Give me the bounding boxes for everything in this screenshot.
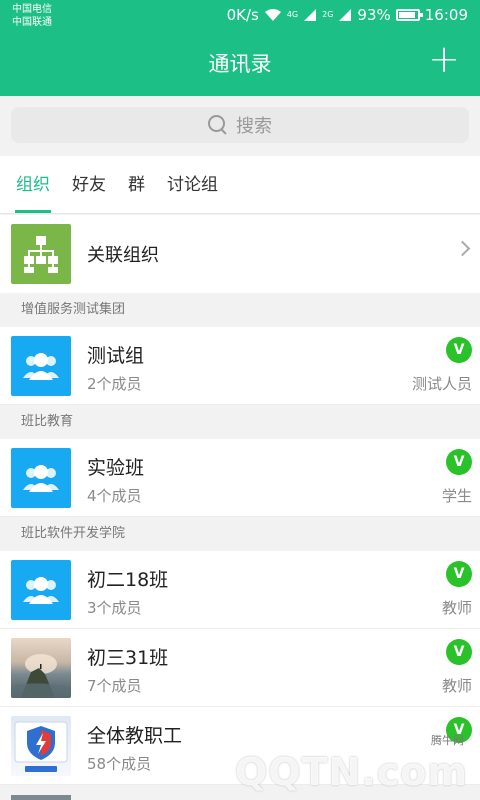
group-icon: [11, 560, 71, 620]
verified-badge: V: [446, 561, 472, 587]
network-type-2: 2G: [322, 10, 334, 19]
network-type-1: 4G: [286, 10, 299, 19]
add-button[interactable]: +: [426, 40, 462, 78]
signal-icon: [304, 9, 317, 21]
role-label: 教师: [441, 677, 472, 695]
shield-app-icon: [11, 716, 71, 776]
member-count: 7个成员: [87, 677, 142, 695]
carrier-info: 中国电信 中国联通: [12, 3, 52, 29]
status-bar: 中国电信 中国联通 0K/s 4G 2G 93% 16:09: [0, 0, 480, 34]
group-icon: [11, 448, 71, 508]
tab-bar: 组织 好友 群 讨论组: [0, 156, 480, 214]
carrier-1: 中国电信: [12, 4, 52, 15]
member-count: 3个成员: [87, 599, 142, 617]
list-item[interactable]: 实验班 4个成员 V 学生: [0, 439, 480, 517]
signal-icon-2: [339, 9, 352, 21]
tab-friends[interactable]: 好友: [72, 156, 106, 213]
group-name: 全体教职工: [87, 725, 183, 747]
status-indicators: 0K/s 4G 2G 93% 16:09: [227, 6, 468, 24]
group-name: 初二18班: [87, 569, 169, 591]
page-title: 通讯录: [208, 52, 272, 76]
search-input[interactable]: 搜索: [11, 107, 469, 143]
verified-badge: V: [446, 337, 472, 363]
tab-discussions[interactable]: 讨论组: [167, 156, 218, 213]
watermark-logo: 腾牛网 QQTN.com: [235, 734, 480, 800]
battery-icon: [395, 9, 423, 21]
watermark-text: QQTN.com: [235, 750, 468, 794]
chevron-right-icon: [454, 240, 471, 257]
related-organization-label: 关联组织: [87, 245, 159, 266]
tab-groups[interactable]: 群: [128, 156, 145, 213]
watermark-small-text: 腾牛网: [431, 734, 464, 747]
search-bar: 搜索: [0, 96, 480, 154]
landscape-photo: [11, 638, 71, 698]
list-item[interactable]: 测试组 2个成员 V 测试人员: [0, 327, 480, 405]
search-placeholder: 搜索: [236, 116, 272, 137]
carrier-2: 中国联通: [12, 17, 52, 28]
clock: 16:09: [424, 6, 468, 24]
group-name: 实验班: [87, 457, 145, 479]
role-label: 教师: [441, 599, 472, 617]
network-speed: 0K/s: [226, 6, 259, 24]
group-icon: [11, 336, 71, 396]
member-count: 2个成员: [87, 375, 142, 393]
contact-list: 关联组织 增值服务测试集团 测试组 2个成员 V 测试人员 班比教育 实验班 4…: [0, 215, 480, 785]
list-item[interactable]: 初三31班 7个成员 V 教师: [0, 629, 480, 707]
verified-badge: V: [446, 449, 472, 475]
list-item[interactable]: 初二18班 3个成员 V 教师: [0, 551, 480, 629]
role-label: 测试人员: [411, 375, 472, 393]
tab-organization[interactable]: 组织: [15, 156, 51, 213]
section-header: 增值服务测试集团: [0, 293, 480, 327]
related-organization-item[interactable]: 关联组织: [0, 215, 480, 293]
search-icon: [208, 115, 228, 135]
battery-percent: 93%: [357, 6, 391, 24]
role-label: 学生: [441, 487, 472, 505]
member-count: 58个成员: [87, 755, 152, 773]
org-chart-icon: [11, 224, 71, 284]
group-name: 测试组: [87, 345, 145, 367]
section-header: 班比教育: [0, 405, 480, 439]
wifi-icon: [264, 8, 281, 21]
app-header: 中国电信 中国联通 0K/s 4G 2G 93% 16:09 通讯录 +: [0, 0, 480, 96]
next-item-avatar: [11, 795, 71, 800]
member-count: 4个成员: [87, 487, 142, 505]
group-name: 初三31班: [87, 647, 169, 669]
section-header: 班比软件开发学院: [0, 517, 480, 551]
verified-badge: V: [446, 639, 472, 665]
